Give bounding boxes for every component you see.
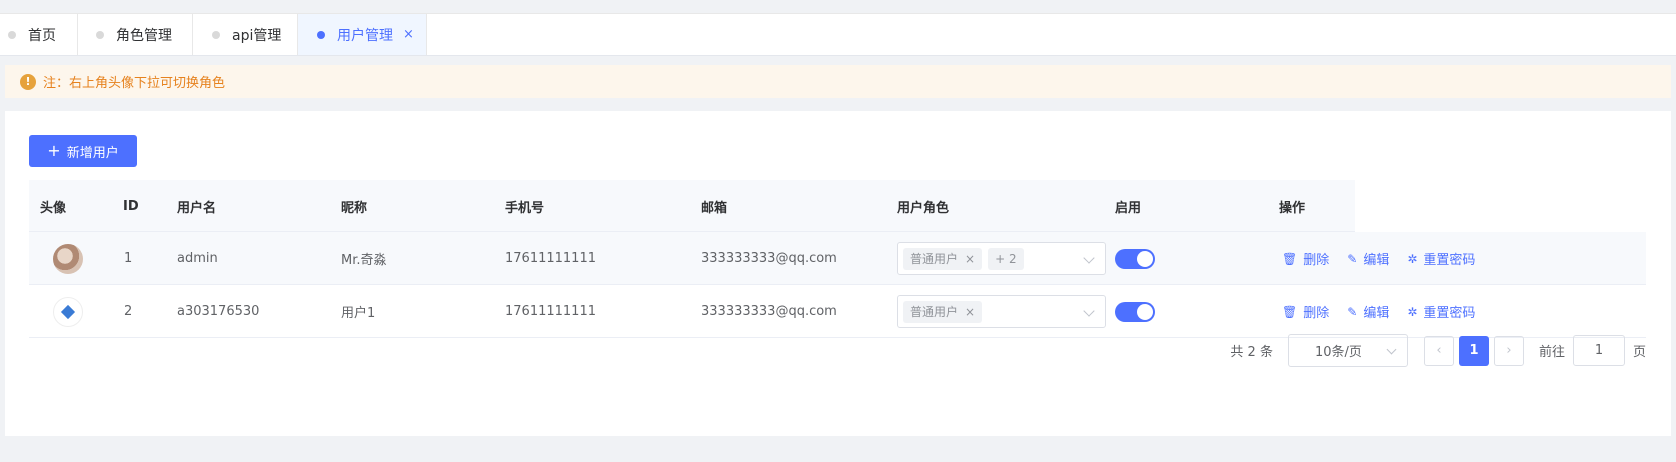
table-row: 2 a303176530 用户1 17611111111 333333333@q…	[29, 285, 1646, 338]
header-enabled: 启用	[1115, 200, 1142, 216]
tag-close-icon[interactable]: ×	[965, 305, 975, 319]
tag-close-icon[interactable]: ×	[965, 252, 975, 266]
tab-home[interactable]: 首页	[0, 14, 78, 55]
tab-dot-icon	[212, 30, 220, 39]
user-table: 头像 ID 用户名 昵称 手机号 邮箱 用户角色 启用 操作 1 admin M…	[29, 180, 1646, 338]
header-id: ID	[123, 198, 139, 214]
cell-id: 1	[124, 251, 133, 266]
page-number-current[interactable]: 1	[1458, 335, 1489, 366]
header-avatar: 头像	[40, 200, 67, 216]
cell-email: 333333333@qq.com	[701, 251, 837, 266]
role-tag-label: 普通用户	[910, 252, 959, 266]
reset-password-button[interactable]: ✲ 重置密码	[1407, 249, 1475, 269]
tab-label: 角色管理	[116, 27, 172, 44]
avatar	[53, 296, 83, 327]
tab-dot-icon	[317, 30, 325, 39]
cell-nickname: Mr.奇淼	[341, 253, 387, 268]
trash-icon: 🗑	[1282, 304, 1298, 319]
edit-icon: ✎	[1347, 304, 1358, 319]
cell-username: admin	[177, 251, 218, 266]
notice-alert: ! 注：右上角头像下拉可切换角色	[5, 65, 1671, 98]
notice-text: 注：右上角头像下拉可切换角色	[43, 76, 226, 91]
chevron-down-icon	[1083, 252, 1095, 264]
header-email: 邮箱	[701, 200, 728, 216]
delete-button[interactable]: 🗑 删除	[1282, 302, 1329, 322]
enable-switch[interactable]	[1115, 248, 1155, 269]
cell-username: a303176530	[177, 304, 260, 319]
goto-label: 前往	[1538, 345, 1565, 360]
tab-label: api管理	[232, 27, 282, 44]
tab-label: 用户管理	[337, 27, 393, 44]
tab-role-management[interactable]: 角色管理	[78, 14, 193, 55]
cell-id: 2	[124, 304, 133, 319]
chevron-down-icon	[1386, 344, 1397, 355]
role-tag-more: + 2	[988, 247, 1024, 270]
reset-password-button[interactable]: ✲ 重置密码	[1407, 302, 1475, 322]
tab-dot-icon	[8, 30, 16, 39]
trash-icon: 🗑	[1282, 251, 1298, 266]
tabs-bar: 首页 角色管理 api管理 用户管理 ×	[0, 13, 1676, 56]
role-tag: 普通用户 ×	[903, 247, 983, 270]
goto-page-input[interactable]: 1	[1572, 335, 1625, 366]
role-tag: 普通用户 ×	[903, 300, 983, 323]
page-size-select[interactable]: 10条/页	[1287, 334, 1408, 367]
prev-page-button[interactable]: ‹	[1423, 335, 1454, 366]
next-page-button[interactable]: ›	[1493, 335, 1524, 366]
enable-switch[interactable]	[1115, 301, 1155, 322]
chevron-left-icon: ‹	[1436, 343, 1442, 358]
delete-button[interactable]: 🗑 删除	[1282, 249, 1329, 269]
add-user-button[interactable]: + 新增用户	[29, 135, 137, 167]
cell-nickname: 用户1	[341, 306, 376, 321]
page-suffix: 页	[1632, 345, 1646, 360]
role-tag-label: 普通用户	[910, 305, 959, 319]
tab-user-management[interactable]: 用户管理 ×	[298, 14, 427, 55]
header-username: 用户名	[177, 200, 217, 216]
edit-icon: ✎	[1347, 251, 1358, 266]
chevron-right-icon: ›	[1506, 343, 1512, 358]
user-table-card: + 新增用户 头像 ID 用户名 昵称 手机号 邮箱 用户角色 启用 操作 1 …	[5, 111, 1671, 436]
cell-email: 333333333@qq.com	[701, 304, 837, 319]
tab-close-icon[interactable]: ×	[403, 27, 414, 42]
role-select[interactable]: 普通用户 × + 2	[897, 242, 1106, 275]
role-select[interactable]: 普通用户 ×	[897, 295, 1106, 328]
tab-label: 首页	[28, 27, 56, 44]
edit-button[interactable]: ✎ 编辑	[1347, 302, 1389, 322]
header-nickname: 昵称	[341, 200, 368, 216]
total-count: 共 2 条	[1230, 345, 1273, 360]
magic-wand-icon: ✲	[1407, 251, 1418, 266]
chevron-down-icon	[1083, 305, 1095, 317]
table-header: 头像 ID 用户名 昵称 手机号 邮箱 用户角色 启用 操作	[29, 180, 1646, 232]
page-size-value: 10条/页	[1314, 345, 1362, 360]
tab-api-management[interactable]: api管理	[193, 14, 298, 55]
add-user-label: 新增用户	[66, 145, 119, 161]
header-user-role: 用户角色	[897, 200, 950, 216]
magic-wand-icon: ✲	[1407, 304, 1418, 319]
header-phone: 手机号	[505, 200, 545, 216]
edit-button[interactable]: ✎ 编辑	[1347, 249, 1389, 269]
cell-phone: 17611111111	[505, 251, 596, 266]
header-actions: 操作	[1279, 200, 1306, 216]
warning-icon: !	[20, 73, 36, 90]
table-row: 1 admin Mr.奇淼 17611111111 333333333@qq.c…	[29, 232, 1646, 285]
tab-dot-icon	[96, 30, 104, 39]
cell-phone: 17611111111	[505, 304, 596, 319]
plus-icon: +	[47, 141, 61, 160]
pagination: 共 2 条 10条/页 ‹ 1 › 前往 1 页	[1230, 334, 1646, 367]
avatar	[53, 243, 83, 274]
